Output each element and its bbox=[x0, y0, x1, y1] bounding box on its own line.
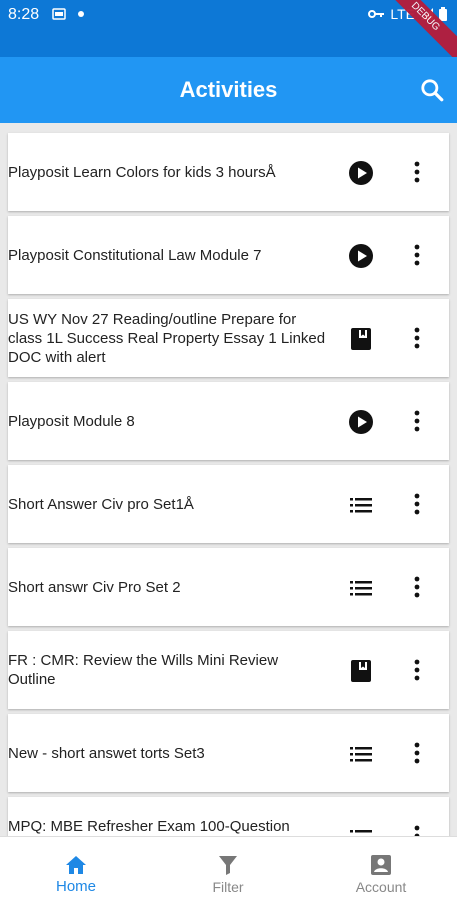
more-vert-icon[interactable] bbox=[405, 574, 429, 600]
status-bar: 8:28 LTE DEBUG bbox=[0, 0, 457, 66]
nav-home-label: Home bbox=[55, 878, 96, 895]
list-icon bbox=[350, 498, 372, 513]
filter-icon bbox=[219, 856, 237, 875]
more-vert-icon[interactable] bbox=[405, 159, 429, 185]
activity-title: Short Answer Civ pro Set1Å bbox=[8, 495, 194, 513]
vpn-key-icon bbox=[368, 10, 385, 18]
activity-title: FR : CMR: Review the Wills Mini Review O… bbox=[8, 652, 279, 688]
more-vert-icon[interactable] bbox=[405, 408, 429, 434]
activity-title: New - short answet torts Set3 bbox=[8, 744, 205, 762]
more-vert-icon[interactable] bbox=[405, 491, 429, 517]
activity-card[interactable]: Short Answer Civ pro Set1Å bbox=[8, 465, 449, 543]
home-icon bbox=[66, 856, 86, 874]
activity-title: Short answr Civ Pro Set 2 bbox=[8, 578, 181, 596]
activity-card[interactable]: Playposit Module 8 bbox=[8, 382, 449, 460]
more-vert-icon[interactable] bbox=[405, 740, 429, 766]
book-icon bbox=[351, 660, 371, 682]
play-circle-icon bbox=[349, 244, 373, 268]
list-icon bbox=[350, 581, 372, 596]
page-title: Activities bbox=[179, 77, 278, 102]
nav-filter-label: Filter bbox=[212, 879, 244, 895]
activity-card[interactable]: FR : CMR: Review the Wills Mini Review O… bbox=[8, 631, 449, 709]
list-icon bbox=[350, 747, 372, 762]
more-vert-icon[interactable] bbox=[405, 242, 429, 268]
activity-card[interactable]: Playposit Constitutional Law Module 7 bbox=[8, 216, 449, 294]
sim-card-icon bbox=[52, 8, 66, 20]
activity-title: Playposit Module 8 bbox=[8, 412, 135, 430]
play-circle-icon bbox=[349, 410, 373, 434]
activity-card[interactable]: MPQ: MBE Refresher Exam 100-Question bbox=[8, 797, 449, 836]
app-bar: Activities bbox=[0, 57, 457, 123]
bottom-navigation: Home Filter Account bbox=[0, 836, 457, 901]
status-time: 8:28 bbox=[8, 6, 40, 23]
play-circle-icon bbox=[349, 161, 373, 185]
activity-card[interactable]: New - short answet torts Set3 bbox=[8, 714, 449, 792]
activity-title: US WY Nov 27 Reading/outline Prepare for… bbox=[8, 310, 326, 366]
more-vert-icon[interactable] bbox=[405, 823, 429, 836]
activity-list: Playposit Learn Colors for kids 3 hoursÅ… bbox=[0, 123, 457, 836]
activity-title: Playposit Learn Colors for kids 3 hoursÅ bbox=[8, 163, 276, 181]
more-vert-icon[interactable] bbox=[405, 325, 429, 351]
notification-dot-icon bbox=[78, 11, 84, 17]
nav-account-label: Account bbox=[355, 879, 407, 895]
account-box-icon bbox=[371, 855, 391, 875]
nav-filter[interactable]: Filter bbox=[152, 837, 304, 901]
activity-card[interactable]: Playposit Learn Colors for kids 3 hoursÅ bbox=[8, 133, 449, 211]
list-icon bbox=[350, 830, 372, 833]
nav-home[interactable]: Home bbox=[0, 837, 152, 901]
activity-card[interactable]: Short answr Civ Pro Set 2 bbox=[8, 548, 449, 626]
nav-account[interactable]: Account bbox=[305, 837, 457, 901]
book-icon bbox=[351, 328, 371, 350]
activity-card[interactable]: US WY Nov 27 Reading/outline Prepare for… bbox=[8, 299, 449, 377]
search-icon[interactable] bbox=[419, 77, 445, 103]
activity-title: MPQ: MBE Refresher Exam 100-Question bbox=[8, 818, 290, 835]
activity-title: Playposit Constitutional Law Module 7 bbox=[8, 246, 262, 264]
more-vert-icon[interactable] bbox=[405, 657, 429, 683]
